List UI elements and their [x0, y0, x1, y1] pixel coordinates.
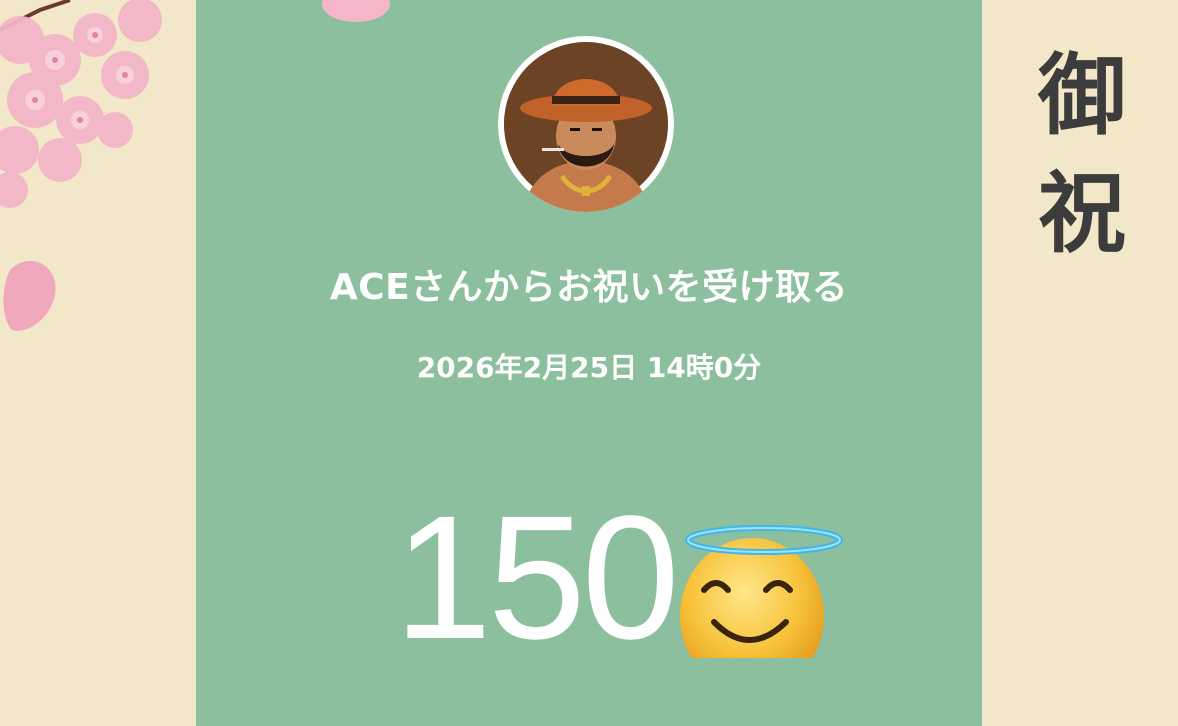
left-decoration	[0, 0, 196, 726]
gift-amount: 150	[394, 480, 680, 676]
sender-message: ACEさんからお祝いを受け取る	[329, 267, 849, 308]
celebration-banner: 御 祝	[1022, 36, 1142, 272]
gift-received-screen: ACEさんからお祝いを受け取る 2026年2月25日 14時0分 150 御 祝	[0, 0, 1178, 726]
banner-char: 祝	[1037, 161, 1126, 265]
gift-datetime: 2026年2月25日 14時0分	[416, 351, 762, 384]
gift-card: ACEさんからお祝いを受け取る 2026年2月25日 14時0分 150	[196, 0, 982, 726]
smiling-face-with-halo-icon	[680, 525, 843, 658]
cherry-blossom-icon	[0, 0, 162, 331]
avatar-cowboy-icon	[504, 42, 668, 212]
sender-avatar[interactable]	[498, 36, 674, 212]
banner-char: 御	[1037, 43, 1126, 147]
petal-icon	[322, 0, 390, 22]
right-decoration: 御 祝	[982, 0, 1178, 726]
